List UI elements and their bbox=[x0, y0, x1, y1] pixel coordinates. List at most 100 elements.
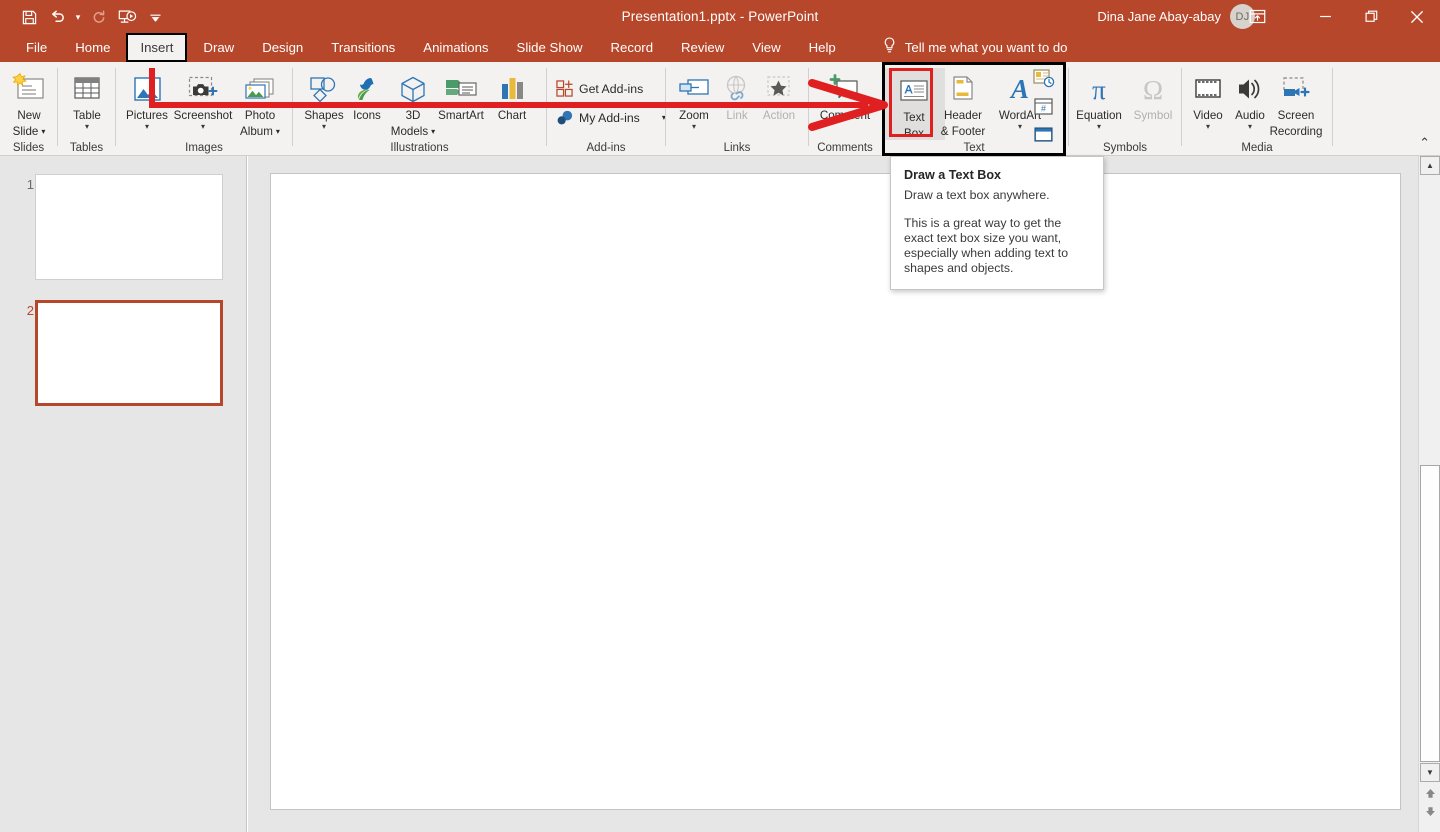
tab-insert[interactable]: Insert bbox=[126, 33, 187, 62]
close-button[interactable] bbox=[1394, 0, 1440, 33]
chart-icon bbox=[495, 66, 529, 106]
my-add-ins-label: My Add-ins bbox=[579, 111, 640, 125]
ribbon-group-comments: Comment Comments bbox=[809, 62, 881, 156]
my-add-ins-button[interactable]: My Add-ins ▾ bbox=[556, 109, 666, 126]
smartart-icon bbox=[442, 66, 480, 106]
ribbon-group-illustrations: Shapes ▾ Icons 3D Models▾ bbox=[293, 62, 546, 156]
next-slide-button[interactable] bbox=[1422, 804, 1438, 819]
tooltip-subtitle: Draw a text box anywhere. bbox=[904, 188, 1090, 203]
tooltip-title: Draw a Text Box bbox=[904, 168, 1090, 182]
previous-slide-button[interactable] bbox=[1422, 786, 1438, 801]
tell-me-search[interactable]: Tell me what you want to do bbox=[882, 37, 1068, 59]
action-icon bbox=[761, 66, 797, 106]
wordart-caret-icon[interactable]: ▾ bbox=[1018, 122, 1022, 131]
scrollbar-thumb[interactable] bbox=[1420, 465, 1440, 762]
my-add-ins-icon bbox=[556, 109, 573, 126]
header-footer-label-1: Header bbox=[944, 109, 982, 122]
scroll-up-button[interactable]: ▲ bbox=[1420, 156, 1440, 175]
table-icon bbox=[70, 66, 104, 106]
slide-thumbnail-pane[interactable]: 1 2 bbox=[0, 156, 247, 832]
thumbnail-preview-1[interactable] bbox=[35, 174, 223, 280]
pictures-caret-icon[interactable]: ▾ bbox=[145, 122, 149, 131]
ribbon-group-label-symbols: Symbols bbox=[1069, 142, 1181, 154]
minimize-button[interactable] bbox=[1302, 0, 1348, 33]
comment-button[interactable]: Comment bbox=[814, 66, 876, 122]
ribbon-display-options-icon[interactable] bbox=[1234, 0, 1280, 33]
audio-caret-icon[interactable]: ▾ bbox=[1248, 122, 1252, 131]
ribbon-group-label-images: Images bbox=[116, 142, 292, 154]
tab-slide-show[interactable]: Slide Show bbox=[503, 33, 597, 62]
ribbon-separator bbox=[1332, 68, 1333, 146]
get-add-ins-button[interactable]: Get Add-ins bbox=[556, 80, 643, 97]
3d-models-icon bbox=[395, 66, 431, 106]
screenshot-icon bbox=[185, 66, 221, 106]
tab-draw[interactable]: Draw bbox=[189, 33, 248, 62]
account-area[interactable]: Dina Jane Abay-abay DJ bbox=[1097, 0, 1255, 33]
smartart-label: SmartArt bbox=[438, 109, 484, 122]
lightbulb-icon bbox=[882, 37, 897, 59]
scroll-down-button[interactable]: ▼ bbox=[1420, 763, 1440, 782]
svg-text:#: # bbox=[1041, 104, 1046, 114]
tab-review[interactable]: Review bbox=[667, 33, 738, 62]
video-caret-icon[interactable]: ▾ bbox=[1206, 122, 1210, 131]
account-name: Dina Jane Abay-abay bbox=[1097, 9, 1221, 24]
ribbon: New Slide▾ Slides Table ▾ Tables bbox=[0, 62, 1440, 156]
date-and-time-icon[interactable] bbox=[1032, 68, 1055, 93]
screenshot-caret-icon[interactable]: ▾ bbox=[201, 122, 205, 131]
thumbnail-preview-2[interactable] bbox=[35, 300, 223, 406]
collapse-ribbon-button[interactable]: ⌃ bbox=[1419, 135, 1430, 151]
equation-button[interactable]: π Equation ▾ bbox=[1067, 66, 1131, 131]
thumbnail-item-1[interactable]: 1 bbox=[0, 174, 223, 280]
ribbon-group-media: Video ▾ Audio ▾ Screen Recording Media bbox=[1182, 62, 1332, 156]
action-button: Action bbox=[748, 66, 810, 122]
tab-animations[interactable]: Animations bbox=[409, 33, 502, 62]
ribbon-group-label-comments: Comments bbox=[809, 142, 881, 154]
current-slide-canvas[interactable] bbox=[270, 173, 1401, 810]
equation-caret-icon[interactable]: ▾ bbox=[1097, 122, 1101, 131]
table-button[interactable]: Table ▾ bbox=[56, 66, 118, 131]
tab-help[interactable]: Help bbox=[795, 33, 850, 62]
thumbnail-item-2[interactable]: 2 bbox=[0, 300, 223, 406]
chart-label: Chart bbox=[498, 109, 526, 122]
tab-home[interactable]: Home bbox=[61, 33, 124, 62]
photo-album-button[interactable]: Photo Album▾ bbox=[229, 66, 291, 138]
title-bar: ▾ Presentation1.pptx - PowerPoint Dina J… bbox=[0, 0, 1440, 33]
chart-button[interactable]: Chart bbox=[481, 66, 543, 122]
tab-record[interactable]: Record bbox=[597, 33, 668, 62]
tell-me-placeholder: Tell me what you want to do bbox=[905, 40, 1068, 55]
screenshot-button[interactable]: Screenshot ▾ bbox=[172, 66, 234, 131]
3d-models-label-2: Models▾ bbox=[391, 125, 435, 138]
equation-label: Equation bbox=[1076, 109, 1122, 122]
pictures-button[interactable]: Pictures ▾ bbox=[116, 66, 178, 131]
shapes-caret-icon[interactable]: ▾ bbox=[322, 122, 326, 131]
ribbon-group-label-media: Media bbox=[1182, 142, 1332, 154]
ribbon-group-tables: Table ▾ Tables bbox=[58, 62, 115, 156]
tab-transitions[interactable]: Transitions bbox=[317, 33, 409, 62]
screen-recording-label-1: Screen bbox=[1278, 109, 1315, 122]
table-caret-icon[interactable]: ▾ bbox=[85, 122, 89, 131]
tab-file[interactable]: File bbox=[12, 33, 61, 62]
svg-text:π: π bbox=[1092, 75, 1106, 105]
ribbon-group-label-add-ins: Add-ins bbox=[547, 142, 665, 154]
comment-label: Comment bbox=[820, 109, 870, 122]
screen-recording-button[interactable]: Screen Recording bbox=[1260, 66, 1332, 138]
icons-icon bbox=[349, 66, 385, 106]
thumbnail-number-1: 1 bbox=[0, 174, 34, 280]
ribbon-group-slides: New Slide▾ Slides bbox=[0, 62, 57, 156]
ribbon-group-text: Text Box Header & Footer A WordArt ▾ bbox=[884, 62, 1064, 156]
new-slide-label-1: New bbox=[17, 109, 40, 122]
tab-design[interactable]: Design bbox=[248, 33, 317, 62]
new-slide-button[interactable]: New Slide▾ bbox=[0, 66, 60, 138]
slide-number-icon[interactable]: # bbox=[1032, 97, 1055, 122]
ribbon-group-label-tables: Tables bbox=[58, 142, 115, 154]
text-box-icon bbox=[897, 68, 931, 108]
restore-button[interactable] bbox=[1348, 0, 1394, 33]
zoom-caret-icon[interactable]: ▾ bbox=[692, 122, 696, 131]
ribbon-group-label-links: Links bbox=[666, 142, 808, 154]
tab-view[interactable]: View bbox=[738, 33, 794, 62]
vertical-scrollbar[interactable]: ▲ ▼ bbox=[1418, 156, 1440, 832]
new-slide-icon bbox=[11, 66, 47, 106]
get-add-ins-label: Get Add-ins bbox=[579, 82, 643, 96]
zoom-label: Zoom bbox=[679, 109, 709, 122]
pictures-icon bbox=[130, 66, 164, 106]
